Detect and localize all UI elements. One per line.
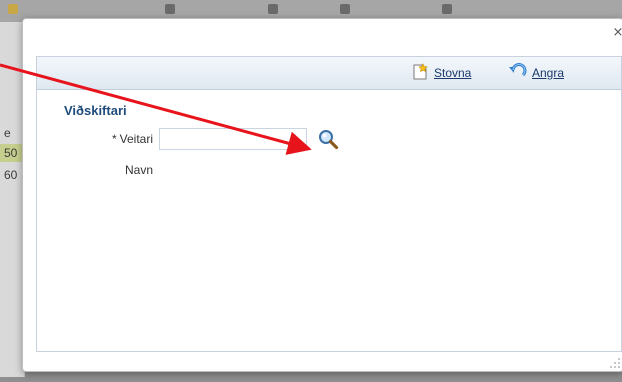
undo-arrow-icon <box>507 62 527 84</box>
close-icon[interactable]: × <box>611 26 622 40</box>
create-button-label: Stovna <box>434 66 472 80</box>
create-button[interactable]: Stovna <box>411 62 472 84</box>
undo-button[interactable]: Angra <box>507 62 565 84</box>
dialog-content: Viðskiftari * Veitari Navn <box>37 90 621 351</box>
supplier-label: * Veitari <box>87 132 153 146</box>
background-row-text: e <box>4 126 11 140</box>
background-toolbar-icon <box>8 4 18 14</box>
required-marker: * <box>111 132 117 146</box>
magnifier-icon <box>317 130 339 154</box>
background-toolbar-icon <box>340 4 350 14</box>
supplier-input[interactable] <box>159 128 307 150</box>
section-title: Viðskiftari <box>64 103 127 118</box>
dialog-panel: Stovna Angra Viðskiftari * Veitari Navn <box>36 56 622 352</box>
background-row-text: 60 <box>4 168 18 182</box>
name-label: Navn <box>124 163 153 177</box>
new-document-star-icon <box>411 62 429 84</box>
background-toolbar-icon <box>165 4 175 14</box>
background-row-text: 50 <box>4 146 18 160</box>
background-toolbar-icon <box>442 4 452 14</box>
supplier-search-button[interactable] <box>317 128 339 150</box>
undo-button-label: Angra <box>532 66 565 80</box>
dialog-toolbar: Stovna Angra <box>37 57 621 90</box>
resize-grip-icon[interactable] <box>609 357 621 369</box>
supplier-label-text: Veitari <box>119 132 153 146</box>
supplier-dialog: × Stovna Angra Viðskiftari * Veitari Nav… <box>22 18 622 372</box>
background-toolbar-icon <box>268 4 278 14</box>
